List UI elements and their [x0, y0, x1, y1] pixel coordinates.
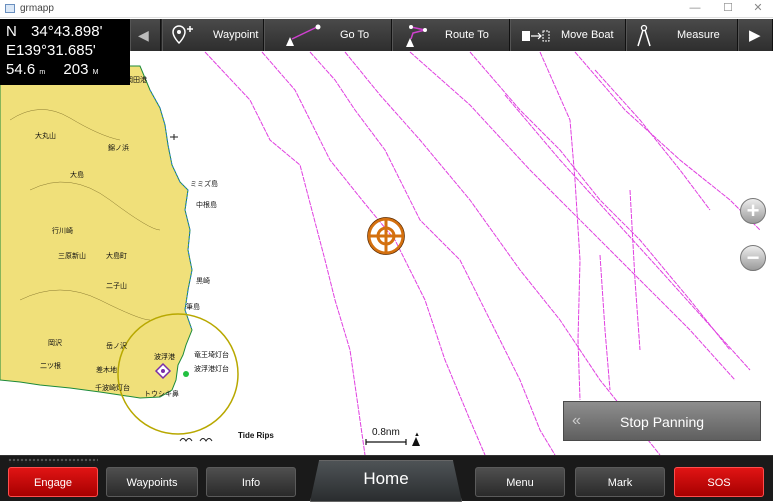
island-land	[0, 65, 193, 399]
toolbar-scroll-right-button[interactable]: ▶	[738, 19, 773, 51]
route-to-button[interactable]: Route To	[392, 19, 510, 51]
minimize-button[interactable]: —	[680, 0, 710, 18]
route-lines	[204, 51, 761, 455]
green-buoy	[183, 371, 189, 377]
measure-button[interactable]: Measure	[626, 19, 738, 51]
mark-button[interactable]: Mark	[575, 467, 665, 497]
maximize-button[interactable]: ☐	[713, 0, 743, 18]
label-toushiki: トウシキ鼻	[144, 390, 179, 398]
heading-value: 203	[63, 61, 89, 78]
label-nishikinohama: 錦ノ浜	[108, 144, 129, 152]
home-button[interactable]: Home	[310, 460, 462, 502]
depth-unit: m	[39, 69, 46, 76]
stop-panning-label: Stop Panning	[620, 414, 705, 430]
waypoint-pin-icon	[172, 25, 193, 45]
chevron-left-icon: ◀	[138, 27, 149, 43]
label-nakane: 中根島	[196, 201, 217, 209]
route-to-label: Route To	[445, 29, 489, 41]
scale-bar-graphic: ▲	[365, 432, 420, 446]
chevron-right-icon: ▶	[749, 27, 761, 44]
lon-hemisphere: E	[6, 42, 17, 59]
menu-button[interactable]: Menu	[475, 467, 565, 497]
label-mihara: 三原新山	[58, 252, 86, 260]
latitude-value: 34°43.898'	[31, 23, 103, 40]
bottom-softkey-bar: Engage Waypoints Info Home Menu Mark SOS	[0, 455, 773, 502]
label-senbasaki: 千波崎灯台	[95, 384, 130, 392]
longitude-value: 139°31.685'	[16, 42, 96, 59]
label-futatsune: 二ツ根	[40, 362, 61, 370]
north-up-glyph: ▲	[414, 432, 420, 438]
engage-button[interactable]: Engage	[8, 467, 98, 497]
label-oshima-machi: 大島町	[106, 252, 127, 260]
toolbar-scroll-left-button[interactable]: ◀	[130, 19, 161, 51]
zoom-in-button[interactable]: +	[740, 198, 766, 224]
compass-divider-icon	[637, 24, 651, 47]
latitude-row: N 34°43.898'	[6, 22, 124, 41]
goto-button[interactable]: Go To	[264, 19, 392, 51]
lat-hemisphere: N	[6, 23, 17, 40]
map-toolbar: ◀ Waypoint Go To Route To Move Boat Meas…	[130, 19, 773, 51]
measure-label: Measure	[677, 29, 720, 41]
longitude-row: E139°31.685'	[6, 41, 124, 60]
sos-button[interactable]: SOS	[674, 467, 764, 497]
zoom-out-button[interactable]: −	[740, 245, 766, 271]
position-data-box: N 34°43.898' E139°31.685' 54.6 m 203 M	[0, 19, 130, 85]
label-oshima: 大島	[70, 171, 84, 179]
map-scale: 0.8nm ▲	[364, 427, 428, 447]
label-mimizu: ミミズ島	[190, 180, 218, 188]
label-omaruyama: 大丸山	[35, 132, 56, 140]
app-icon	[5, 4, 15, 13]
window-title-bar: grmapp — ☐ ✕	[0, 0, 773, 18]
label-kurosaki: 黒崎	[196, 277, 210, 285]
pan-cursor	[367, 217, 405, 255]
goto-icon	[286, 24, 321, 46]
waypoints-button[interactable]: Waypoints	[106, 467, 198, 497]
tide-rips-mark	[179, 438, 213, 442]
bottom-bar-texture	[8, 458, 98, 463]
label-okazawa: 岡沢	[48, 339, 62, 347]
move-boat-label: Move Boat	[561, 29, 614, 41]
move-boat-button[interactable]: Move Boat	[510, 19, 626, 51]
label-takenosawa: 岳ノ沢	[106, 342, 127, 350]
depth-value: 54.6	[6, 61, 36, 78]
waypoint-button[interactable]: Waypoint	[162, 19, 264, 51]
move-boat-icon	[522, 30, 550, 42]
heading-unit: M	[92, 69, 99, 76]
label-fudeshima: 筆島	[186, 303, 200, 311]
stop-panning-button[interactable]: « Stop Panning	[563, 401, 761, 441]
small-airplane-mark	[170, 134, 178, 140]
label-tide-rips: Tide Rips	[238, 431, 274, 440]
label-habuminato: 波浮港	[154, 353, 175, 361]
label-habu-lighthouse: 波浮港灯台	[194, 365, 229, 373]
waypoint-label: Waypoint	[213, 29, 259, 41]
route-to-icon	[406, 25, 427, 47]
info-button[interactable]: Info	[206, 467, 296, 497]
label-namekawa: 行川崎	[52, 227, 73, 235]
close-button[interactable]: ✕	[743, 0, 773, 18]
double-chevron-left-icon: «	[572, 412, 581, 429]
label-futagoyama: 二子山	[106, 282, 127, 290]
window-title: grmapp	[20, 3, 54, 14]
goto-label: Go To	[340, 29, 370, 41]
label-sashikiji: 差木地	[96, 366, 117, 374]
label-ryuozaki: 竜王埼灯台	[194, 351, 229, 359]
depth-heading-row: 54.6 m 203 M	[6, 60, 124, 82]
